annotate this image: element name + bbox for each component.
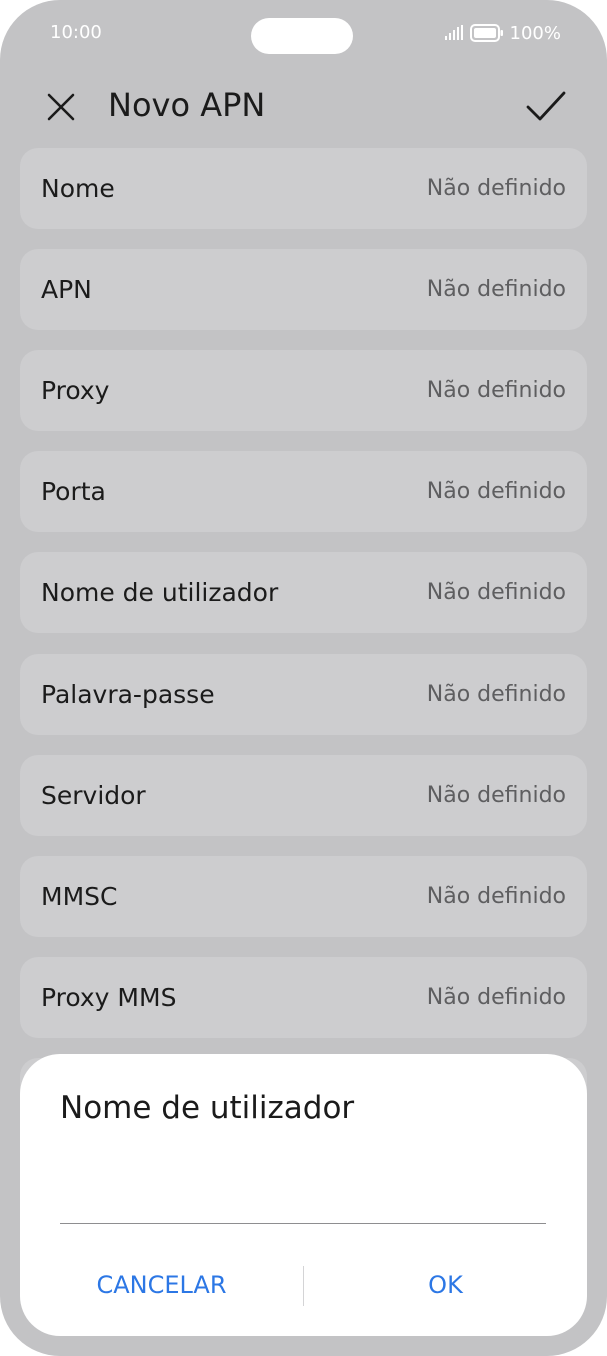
field-label: Proxy MMS [41,983,177,1012]
field-value: Não definido [426,580,566,605]
field-value: Não definido [426,479,566,504]
field-value: Não definido [426,884,566,909]
field-value: Não definido [426,378,566,403]
dialog-title: Nome de utilizador [60,1090,355,1126]
close-icon[interactable] [44,90,78,124]
field-row-proxy-mms[interactable]: Proxy MMS Não definido [20,957,587,1038]
field-value: Não definido [426,176,566,201]
dialog-actions: CANCELAR OK [20,1264,587,1306]
username-dialog: Nome de utilizador CANCELAR OK [20,1054,587,1336]
field-label: Palavra-passe [41,680,215,709]
battery-icon [469,24,503,42]
cancel-button[interactable]: CANCELAR [20,1264,303,1306]
status-bar: 10:00 100% [0,0,607,70]
app-header: Novo APN [0,74,607,140]
field-label: Nome [41,174,115,203]
field-label: Servidor [41,781,146,810]
field-value: Não definido [426,682,566,707]
field-row-apn[interactable]: APN Não definido [20,249,587,330]
field-label: Proxy [41,376,110,405]
field-label: Porta [41,477,106,506]
field-value: Não definido [426,985,566,1010]
field-label: APN [41,275,92,304]
field-row-username[interactable]: Nome de utilizador Não definido [20,552,587,633]
field-value: Não definido [426,277,566,302]
page-title: Novo APN [108,86,266,124]
field-row-nome[interactable]: Nome Não definido [20,148,587,229]
field-label: MMSC [41,882,118,911]
signal-icon [444,25,463,40]
ok-button[interactable]: OK [304,1264,587,1306]
phone-screen: 10:00 100% Novo APN Nome Não definido AP… [0,0,607,1356]
check-icon[interactable] [525,88,567,124]
field-row-porta[interactable]: Porta Não definido [20,451,587,532]
field-value: Não definido [426,783,566,808]
field-label: Nome de utilizador [41,578,279,607]
field-row-proxy[interactable]: Proxy Não definido [20,350,587,431]
field-row-password[interactable]: Palavra-passe Não definido [20,654,587,735]
battery-percentage: 100% [509,22,561,44]
field-row-servidor[interactable]: Servidor Não definido [20,755,587,836]
field-row-mmsc[interactable]: MMSC Não definido [20,856,587,937]
status-time: 10:00 [50,22,102,43]
status-icons: 100% [444,22,561,44]
camera-pill [251,18,353,54]
username-input[interactable] [60,1174,546,1224]
